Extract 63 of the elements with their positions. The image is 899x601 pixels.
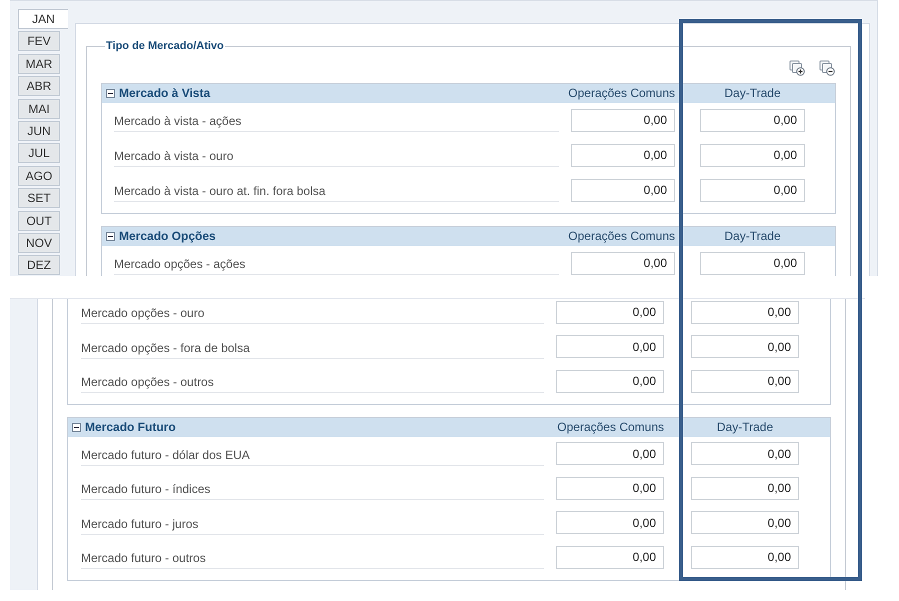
month-tab[interactable]: DEZ — [18, 255, 60, 276]
month-tab[interactable]: JAN — [18, 9, 68, 29]
month-tab[interactable]: FEV — [18, 31, 60, 52]
collapse-icon[interactable] — [106, 232, 115, 240]
column-header: Operações Comuns — [567, 85, 675, 102]
row-label: Mercado à vista - ações — [114, 108, 559, 132]
row-label: Mercado à vista - ouro at. fin. fora bolsa — [114, 178, 559, 202]
input-field[interactable]: 0,00 — [556, 511, 664, 534]
column-header: Day-Trade — [716, 419, 774, 436]
input-field[interactable]: 0,00 — [691, 300, 799, 324]
input-field[interactable]: 0,00 — [691, 476, 799, 500]
input-field[interactable]: 0,00 — [556, 546, 664, 569]
section-title: Mercado Futuro — [85, 419, 176, 436]
row-label: Mercado opções - ações — [114, 251, 559, 275]
input-field[interactable]: 0,00 — [571, 144, 675, 166]
row-label: Mercado à vista - ouro — [114, 143, 559, 167]
input-field[interactable]: 0,00 — [700, 178, 805, 202]
input-field[interactable]: 0,00 — [691, 370, 799, 393]
row-label: Mercado opções - fora de bolsa — [81, 334, 544, 359]
collapse-icon[interactable] — [106, 88, 115, 98]
input-field[interactable]: 0,00 — [691, 335, 799, 358]
row-label: Mercado futuro - índices — [81, 476, 544, 500]
month-tab[interactable]: JUL — [18, 143, 60, 164]
input-field[interactable]: 0,00 — [556, 476, 664, 500]
section-title: Mercado à Vista — [119, 85, 210, 102]
month-tab[interactable]: NOV — [18, 232, 60, 253]
row-label: Mercado futuro - dólar dos EUA — [81, 442, 544, 466]
collapse-all-icon[interactable] — [819, 60, 835, 76]
month-tab[interactable]: AGO — [18, 166, 60, 186]
input-field[interactable]: 0,00 — [700, 144, 805, 166]
input-field[interactable]: 0,00 — [556, 442, 664, 466]
input-field[interactable]: 0,00 — [700, 252, 805, 274]
fieldset-legend: Tipo de Mercado/Ativo — [105, 38, 225, 54]
month-tab[interactable]: SET — [18, 188, 60, 208]
section-title: Mercado Opções — [119, 228, 216, 245]
input-field[interactable]: 0,00 — [571, 252, 675, 274]
input-field[interactable]: 0,00 — [556, 300, 664, 324]
month-tab[interactable]: MAR — [18, 54, 60, 74]
month-tab[interactable]: JUN — [18, 120, 60, 141]
section-header[interactable]: Mercado Futuro Operações Comuns Day-Trade — [68, 418, 830, 436]
column-header: Day-Trade — [723, 85, 782, 102]
input-field[interactable]: 0,00 — [556, 335, 664, 358]
column-header: Operações Comuns — [567, 228, 675, 245]
column-header: Day-Trade — [723, 228, 782, 245]
input-field[interactable]: 0,00 — [700, 108, 805, 132]
expand-all-icon[interactable] — [789, 60, 805, 76]
input-field[interactable]: 0,00 — [691, 442, 799, 466]
input-field[interactable]: 0,00 — [571, 178, 675, 202]
month-tab[interactable]: ABR — [18, 76, 60, 96]
row-label: Mercado opções - outros — [81, 369, 544, 394]
input-field[interactable]: 0,00 — [691, 511, 799, 534]
row-label: Mercado futuro - juros — [81, 510, 544, 535]
section-header[interactable]: Mercado à Vista Operações Comuns Day-Trade — [102, 84, 835, 102]
row-label: Mercado opções - ouro — [81, 300, 544, 324]
row-label: Mercado futuro - outros — [81, 545, 544, 570]
input-field[interactable]: 0,00 — [556, 370, 664, 393]
input-field[interactable]: 0,00 — [691, 546, 799, 569]
column-header: Operações Comuns — [556, 419, 664, 436]
month-tab[interactable]: MAI — [18, 98, 60, 119]
month-tab[interactable]: OUT — [18, 210, 60, 231]
input-field[interactable]: 0,00 — [571, 108, 675, 132]
section-header[interactable]: Mercado Opções Operações Comuns Day-Trade — [102, 226, 835, 246]
collapse-icon[interactable] — [72, 422, 81, 432]
